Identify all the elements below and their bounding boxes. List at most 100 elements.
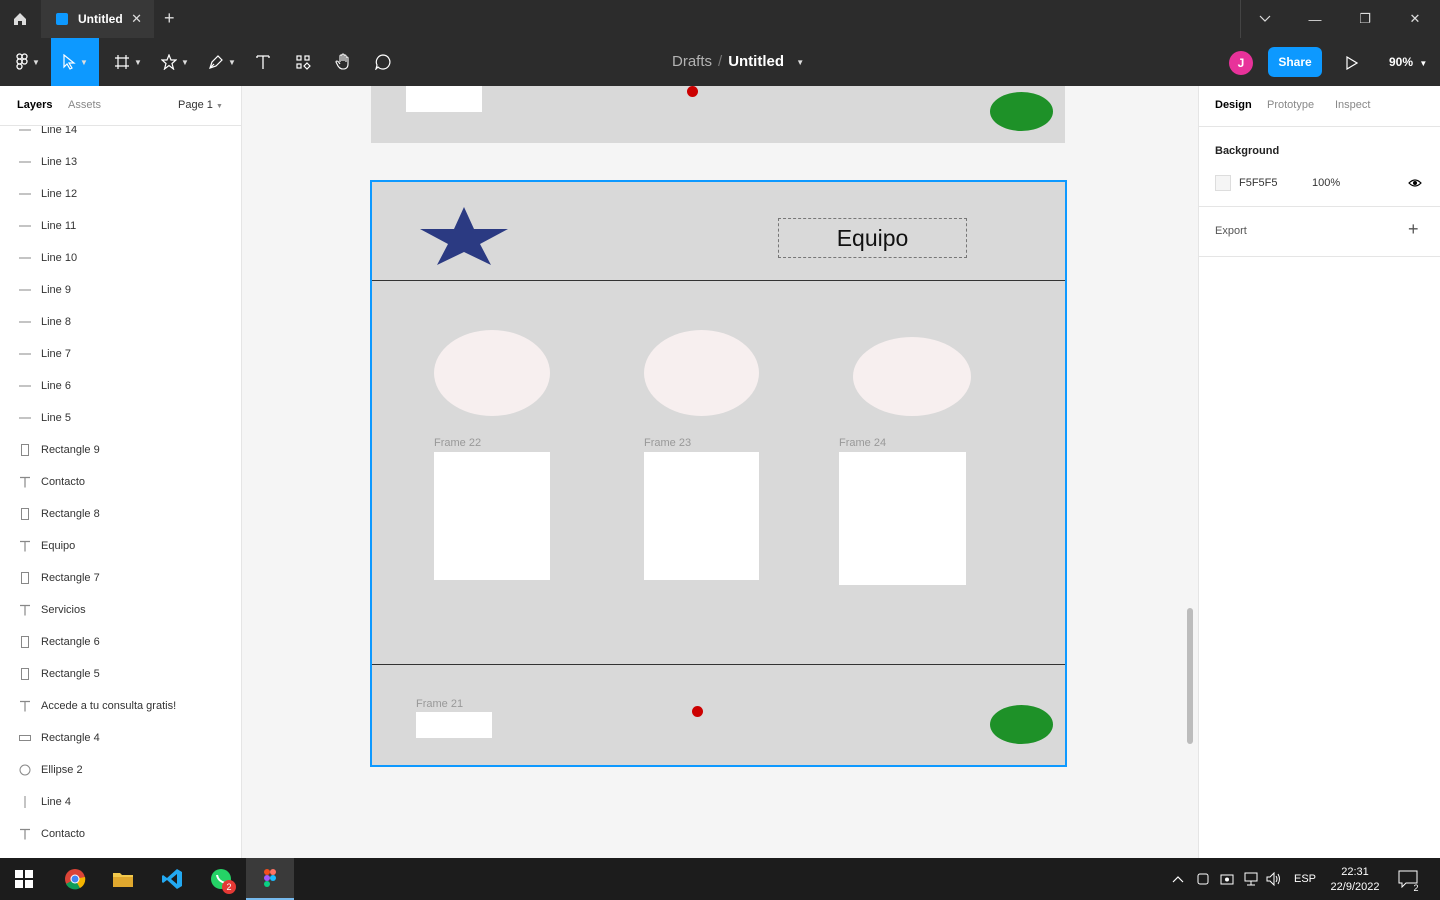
layer-item[interactable]: Ellipse 2: [0, 754, 241, 786]
chrome-icon[interactable]: [51, 858, 99, 900]
equipo-text[interactable]: Equipo: [778, 218, 967, 258]
background-color-swatch[interactable]: [1215, 175, 1231, 191]
frame-tool-button[interactable]: ▼: [108, 38, 148, 86]
main-menu-button[interactable]: ▼: [8, 38, 48, 86]
layer-item[interactable]: Equipo: [0, 530, 241, 562]
layer-item[interactable]: Line 8: [0, 306, 241, 338]
frame-22[interactable]: [434, 452, 550, 580]
green-ellipse[interactable]: [990, 92, 1053, 131]
layer-item[interactable]: Contacto: [0, 818, 241, 850]
window-close-icon[interactable]: ✕: [1390, 0, 1440, 38]
file-explorer-icon[interactable]: [99, 858, 147, 900]
layer-item[interactable]: Rectangle 8: [0, 498, 241, 530]
page-selector[interactable]: Page 1 ▼: [178, 99, 223, 111]
language-indicator[interactable]: ESP: [1294, 858, 1316, 900]
whatsapp-icon[interactable]: 2: [197, 858, 245, 900]
network-icon[interactable]: [1244, 858, 1260, 900]
resources-tool-button[interactable]: [290, 38, 316, 86]
chevron-down-icon[interactable]: ▼: [796, 58, 804, 67]
ellipse-3[interactable]: [853, 337, 971, 416]
ellipse-1[interactable]: [434, 330, 550, 416]
layer-item[interactable]: Line 9: [0, 274, 241, 306]
pen-tool-button[interactable]: ▼: [202, 38, 242, 86]
present-button[interactable]: [1340, 51, 1364, 75]
red-dot[interactable]: [692, 706, 703, 717]
header-divider-line[interactable]: [372, 280, 1065, 281]
canvas-scrollbar[interactable]: [1187, 608, 1193, 744]
frame-label-22[interactable]: Frame 22: [434, 437, 481, 449]
white-rectangle[interactable]: [406, 86, 482, 112]
layer-item[interactable]: Rectangle 3: [0, 850, 241, 858]
layer-item[interactable]: Contacto: [0, 466, 241, 498]
tab-layers[interactable]: Layers: [17, 99, 52, 111]
tab-prototype[interactable]: Prototype: [1267, 99, 1314, 111]
clock[interactable]: 22:31 22/9/2022: [1326, 858, 1384, 900]
chevron-down-icon: ▼: [228, 57, 236, 67]
tab-design[interactable]: Design: [1215, 99, 1252, 111]
layer-item[interactable]: Rectangle 5: [0, 658, 241, 690]
layer-item[interactable]: Line 13: [0, 146, 241, 178]
layer-item[interactable]: Line 12: [0, 178, 241, 210]
tab-inspect[interactable]: Inspect: [1335, 99, 1370, 111]
layer-item[interactable]: Rectangle 6: [0, 626, 241, 658]
share-button[interactable]: Share: [1268, 47, 1322, 77]
text-tool-button[interactable]: [250, 38, 276, 86]
avatar[interactable]: J: [1229, 51, 1253, 75]
layer-item[interactable]: Line 6: [0, 370, 241, 402]
frame-label-23[interactable]: Frame 23: [644, 437, 691, 449]
layer-item[interactable]: Line 4: [0, 786, 241, 818]
frame-24[interactable]: [839, 452, 966, 585]
meet-icon[interactable]: [1196, 858, 1210, 900]
selected-frame[interactable]: Equipo Frame 22 Frame 23 Frame 24 Frame …: [370, 180, 1067, 767]
canvas[interactable]: Equipo Frame 22 Frame 23 Frame 24 Frame …: [242, 86, 1198, 858]
eye-icon[interactable]: [1408, 178, 1422, 188]
layer-item[interactable]: Servicios: [0, 594, 241, 626]
layer-item[interactable]: Line 10: [0, 242, 241, 274]
home-icon[interactable]: [0, 0, 40, 38]
tab-assets[interactable]: Assets: [68, 99, 101, 111]
frame-label-24[interactable]: Frame 24: [839, 437, 886, 449]
frame-21[interactable]: [416, 712, 492, 738]
layer-item[interactable]: Rectangle 4: [0, 722, 241, 754]
close-tab-icon[interactable]: ✕: [131, 11, 142, 27]
background-hex-value[interactable]: F5F5F5: [1239, 177, 1278, 189]
zoom-dropdown[interactable]: 90% ▼: [1389, 55, 1427, 69]
background-opacity-value[interactable]: 100%: [1312, 177, 1340, 189]
layer-item[interactable]: Rectangle 9: [0, 434, 241, 466]
figma-logo-icon: [16, 53, 28, 70]
red-dot[interactable]: [687, 86, 698, 97]
previous-frame[interactable]: [371, 86, 1065, 143]
shape-tool-button[interactable]: ▼: [155, 38, 195, 86]
minimize-icon[interactable]: —: [1290, 0, 1340, 38]
layer-item[interactable]: Rectangle 7: [0, 562, 241, 594]
layer-label: Servicios: [41, 604, 86, 616]
maximize-icon[interactable]: ❐: [1340, 0, 1390, 38]
layer-item[interactable]: Line 7: [0, 338, 241, 370]
whatsapp-badge: 2: [222, 880, 236, 894]
layer-item[interactable]: Line 5: [0, 402, 241, 434]
tray-overflow-icon[interactable]: [1172, 858, 1184, 900]
camera-icon[interactable]: [1220, 858, 1234, 900]
breadcrumb-drafts[interactable]: Drafts: [672, 53, 712, 70]
green-ellipse[interactable]: [990, 705, 1053, 744]
hand-tool-button[interactable]: [330, 38, 356, 86]
layer-item[interactable]: Accede a tu consulta gratis!: [0, 690, 241, 722]
ellipse-2[interactable]: [644, 330, 759, 416]
volume-icon[interactable]: [1266, 858, 1282, 900]
notifications-icon[interactable]: 2: [1398, 858, 1419, 900]
windows-start-icon[interactable]: [0, 858, 48, 900]
file-tab[interactable]: Untitled ✕: [41, 0, 154, 38]
vscode-icon[interactable]: [148, 858, 196, 900]
footer-divider-line[interactable]: [372, 664, 1065, 665]
file-name[interactable]: Untitled: [728, 53, 784, 70]
move-tool-button[interactable]: ▼: [51, 38, 99, 86]
figma-taskbar-icon[interactable]: [246, 858, 294, 900]
layer-item[interactable]: Line 11: [0, 210, 241, 242]
chevron-down-icon[interactable]: [1240, 0, 1290, 38]
frame-23[interactable]: [644, 452, 759, 580]
add-export-icon[interactable]: +: [1408, 219, 1419, 240]
star-shape[interactable]: [418, 205, 510, 267]
frame-label-21[interactable]: Frame 21: [416, 698, 463, 710]
comment-tool-button[interactable]: [370, 38, 396, 86]
new-tab-icon[interactable]: +: [164, 8, 175, 29]
